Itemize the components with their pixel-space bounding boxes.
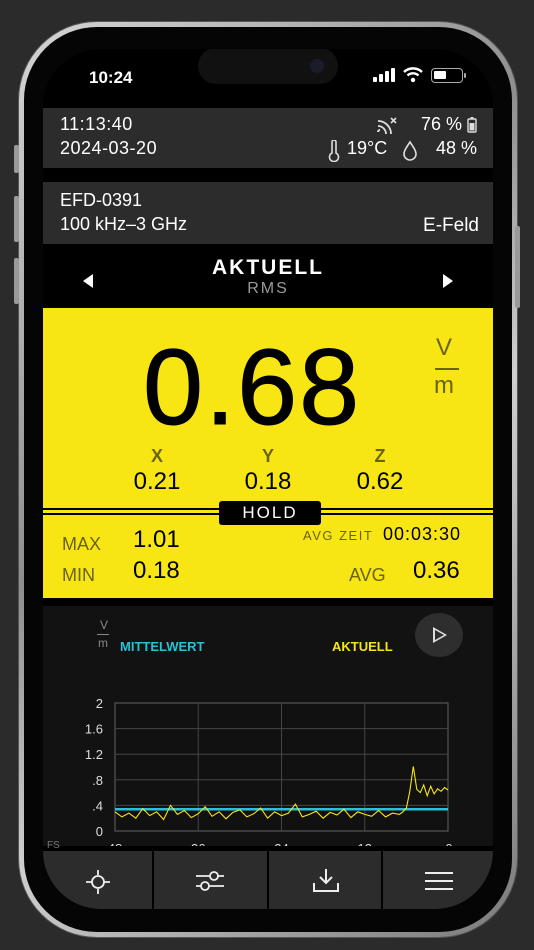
dynamic-island	[198, 49, 338, 84]
tab-position[interactable]	[43, 851, 154, 909]
y-tick-label: .8	[92, 773, 103, 788]
cellular-signal-icon	[373, 68, 395, 82]
axis-z-label: Z	[374, 446, 386, 466]
max-value: 1.01	[133, 526, 180, 553]
device-battery-icon	[467, 117, 477, 133]
device-id: EFD-0391	[60, 190, 143, 210]
mode-title: AKTUELL	[212, 256, 324, 279]
tab-menu[interactable]	[383, 851, 493, 909]
date-readout: 2024-03-20	[60, 138, 158, 158]
unit-denominator: m	[434, 372, 454, 399]
power-button	[515, 226, 520, 308]
mode-subtitle: RMS	[247, 280, 289, 297]
x-tick-label: 36	[191, 841, 205, 846]
min-label: MIN	[62, 565, 95, 585]
tab-save[interactable]	[269, 851, 383, 909]
unit-fraction-line	[435, 368, 459, 370]
bottom-toolbar	[43, 851, 493, 909]
axis-z-value: 0.62	[356, 468, 404, 495]
device-info-panel: EFD-0391 100 kHz–3 GHz E-Feld	[43, 182, 493, 244]
status-time: 10:24	[89, 68, 133, 87]
unit-numerator: V	[436, 334, 453, 361]
clock-readout: 11:13:40	[60, 114, 133, 134]
mode-selector: AKTUELL RMS	[43, 254, 493, 308]
volume-down-button	[14, 258, 19, 304]
y-tick-label: 1.2	[85, 747, 103, 762]
y-tick-label: 0	[96, 824, 103, 839]
avg-time-value: 00:03:30	[383, 524, 462, 544]
y-tick-label: 1.6	[85, 722, 103, 737]
menu-icon	[425, 872, 453, 890]
header-info-panel: 11:13:40 2024-03-20 76 % 19°C 48 %	[43, 108, 493, 168]
droplet-icon	[403, 140, 417, 161]
avg-time-label: AVG ZEIT	[303, 528, 374, 543]
humidity-readout: 48 %	[435, 138, 477, 158]
battery-percent: 76 %	[420, 114, 462, 134]
temperature-readout: 19°C	[347, 138, 388, 158]
x-tick-label: 0 s	[445, 841, 463, 846]
main-measurement-value: 0.68	[142, 326, 362, 448]
download-icon	[313, 869, 339, 892]
x-tick-label: 24	[274, 841, 288, 846]
min-value: 0.18	[133, 557, 180, 584]
app-screen: 10:24 11:13:40 2024-03-20 76 % 19°C 48 %…	[43, 49, 493, 909]
x-tick-label: 48	[108, 841, 122, 846]
sliders-icon	[196, 871, 224, 891]
axis-y-value: 0.18	[244, 468, 292, 495]
next-mode-arrow-icon[interactable]	[443, 274, 453, 288]
avg-label: AVG	[349, 565, 386, 585]
y-tick-label: .4	[92, 798, 103, 813]
avg-value: 0.36	[413, 557, 460, 584]
volume-up-button	[14, 196, 19, 242]
field-type: E-Feld	[423, 215, 479, 236]
tab-settings[interactable]	[154, 851, 269, 909]
frequency-range: 100 kHz–3 GHz	[60, 214, 188, 234]
y-tick-label: 2	[96, 696, 103, 711]
axis-x-value: 0.21	[133, 468, 181, 495]
history-chart: 48 36 24 12 0 s 2 1.6 1.2 .8 .4 0	[85, 696, 463, 846]
battery-icon	[431, 68, 466, 83]
axis-y-label: Y	[261, 446, 274, 466]
thermometer-icon	[328, 140, 340, 162]
fs-tag: FS	[47, 840, 60, 851]
hold-button[interactable]: HOLD	[219, 501, 321, 525]
ios-status-bar: 10:24	[43, 49, 493, 94]
no-signal-icon	[377, 117, 397, 134]
max-label: MAX	[62, 534, 102, 554]
axis-x-label: X	[150, 446, 163, 466]
wifi-icon	[403, 67, 423, 83]
crosshair-icon	[86, 870, 110, 894]
history-chart-panel: V m MITTELWERT AKTUELL 483624120 s21.61.…	[43, 606, 493, 846]
measurement-panel: 0.68 V m X 0.21 Y 0.18 Z 0.62 HOLD MAX 1…	[43, 308, 493, 598]
action-button	[14, 145, 19, 173]
x-tick-label: 12	[358, 841, 372, 846]
